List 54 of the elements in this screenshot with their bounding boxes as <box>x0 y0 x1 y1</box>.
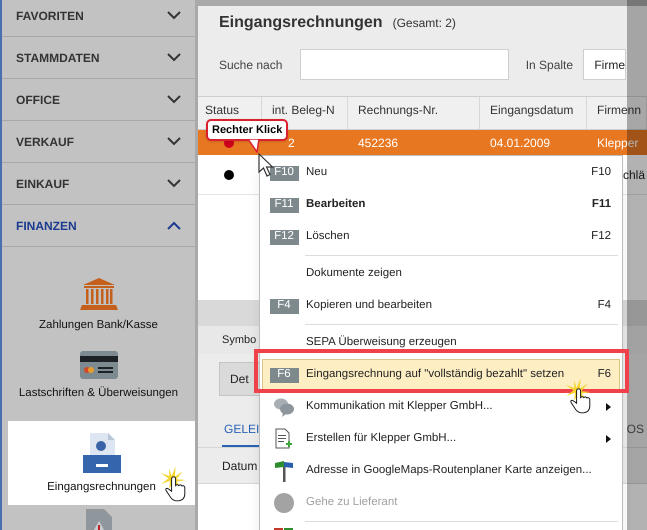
signpost-icon <box>273 460 295 482</box>
menu-item[interactable]: SEPA Überweisung erzeugen <box>262 327 620 359</box>
sidebar-section[interactable]: FINANZEN <box>2 205 195 247</box>
shortcut-text: F10 <box>591 165 612 180</box>
shortcut-text: F12 <box>591 229 612 244</box>
chat-bubbles-icon <box>273 397 295 417</box>
shortcut-badge: F11 <box>270 198 298 212</box>
menu-item[interactable]: F4 Kopieren und bearbeiten F4 <box>262 290 620 322</box>
column-header[interactable]: Status <box>205 101 240 119</box>
column-header[interactable]: Firmenn <box>597 101 642 119</box>
search-label: Suche nach <box>219 56 284 74</box>
sidebar-section[interactable]: FAVORITEN <box>2 0 195 37</box>
menu-item[interactable]: Adresse in GoogleMaps-Routenplaner Karte anzeigen... <box>262 455 620 487</box>
tab[interactable]: OS <box>624 413 646 447</box>
table-cell: chlä <box>623 168 646 182</box>
shortcut-text: F11 <box>592 197 612 212</box>
column-dropdown[interactable]: Firme <box>583 49 626 80</box>
column-label: In Spalte <box>526 56 574 74</box>
shortcut-text: F4 <box>598 298 612 314</box>
menu-item[interactable]: Erstellen für Klepper GmbH... <box>262 423 620 455</box>
document-plus-icon <box>275 428 293 450</box>
sidebar-item[interactable]: Zahlungen Bank/Kasse <box>2 273 195 347</box>
credit-card-icon <box>80 351 118 379</box>
table-cell: Klepper <box>597 136 638 150</box>
sidebar-item[interactable]: Eingangsrechnungen <box>8 421 195 505</box>
menu-item[interactable]: Dokumente zeigen <box>262 258 620 290</box>
sidebar-section[interactable]: OFFICE <box>2 79 195 121</box>
column-header[interactable]: Datum <box>222 456 258 474</box>
shortcut-badge: F4 <box>270 298 298 314</box>
shortcut-badge: F12 <box>270 230 298 244</box>
callout-tail-icon <box>248 139 260 153</box>
sidebar-section[interactable]: EINKAUF <box>2 163 195 205</box>
shortcut-text: F6 <box>598 367 612 382</box>
total-count: (Gesamt: 2) <box>392 15 456 32</box>
search-field[interactable] <box>300 49 509 80</box>
column-header[interactable]: Eingangsdatum <box>490 101 574 119</box>
sidebar-section[interactable]: STAMMDATEN <box>2 37 195 79</box>
menu-item[interactable]: F6 Eingangsrechnung auf "vollständig bezahlt" setzen F6 <box>262 359 620 391</box>
symbol-label: Symbo <box>222 332 256 348</box>
page-title: Eingangsrechnungen <box>219 13 383 33</box>
sidebar-item[interactable]: Lastschriften & Überweisungen <box>2 347 195 421</box>
column-header[interactable]: Rechnungs-Nr. <box>358 101 438 119</box>
shortcut-badge: F6 <box>270 368 298 382</box>
table-cell: 04.01.2009 <box>490 136 550 150</box>
menu-item[interactable]: F12 Löschen F12 <box>262 221 620 253</box>
bank-icon <box>78 277 118 311</box>
invoice-inbox-icon <box>82 433 120 474</box>
column-header[interactable]: int. Beleg-N <box>272 101 335 119</box>
sidebar-section[interactable]: VERKAUF <box>2 121 195 163</box>
shortcut-badge: F10 <box>270 166 298 180</box>
table-cell: 452236 <box>358 136 398 150</box>
menu-item[interactable]: F11 Bearbeiten F11 <box>262 189 620 221</box>
table-cell: 2 <box>288 136 295 150</box>
circle-icon <box>274 493 294 513</box>
